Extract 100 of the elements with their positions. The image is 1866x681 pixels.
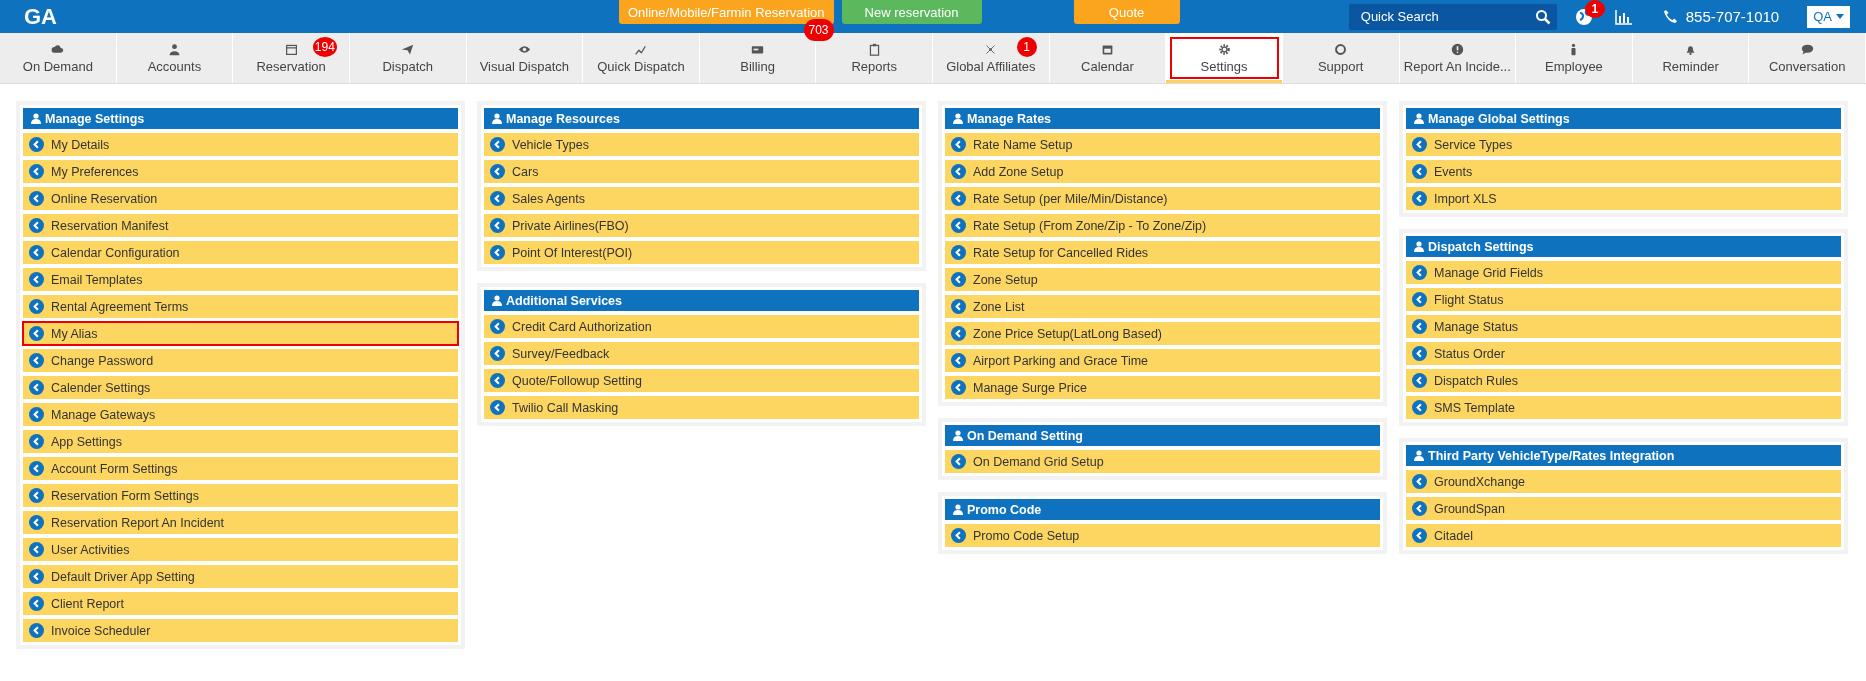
chevron-circle-icon bbox=[951, 380, 966, 395]
chevron-circle-icon bbox=[951, 353, 966, 368]
chevron-circle-icon bbox=[1412, 474, 1427, 489]
chat-icon bbox=[1800, 42, 1814, 56]
settings-link[interactable]: Add Zone Setup bbox=[945, 160, 1380, 183]
chevron-circle-icon bbox=[490, 137, 505, 152]
chevron-circle-icon bbox=[29, 407, 44, 422]
settings-link[interactable]: Dispatch Rules bbox=[1406, 369, 1841, 392]
nav-tab[interactable]: Conversation bbox=[1749, 33, 1866, 83]
chevron-circle-icon bbox=[951, 137, 966, 152]
settings-link[interactable]: Client Report bbox=[23, 592, 458, 615]
nav-tab[interactable]: Dispatch bbox=[349, 33, 467, 83]
settings-link[interactable]: Zone List bbox=[945, 295, 1380, 318]
user-menu-button[interactable]: QA bbox=[1807, 5, 1850, 28]
settings-link[interactable]: App Settings bbox=[23, 430, 458, 453]
chevron-circle-icon bbox=[1412, 292, 1427, 307]
settings-link[interactable]: Cars bbox=[484, 160, 919, 183]
nav-tab[interactable]: Employee bbox=[1516, 33, 1633, 83]
nav-tab[interactable]: Global Affiliates 1 bbox=[933, 33, 1050, 83]
paper-plane-icon bbox=[401, 42, 415, 56]
settings-link[interactable]: Service Types bbox=[1406, 133, 1841, 156]
nav-tab[interactable]: Accounts bbox=[116, 33, 234, 83]
chevron-circle-icon bbox=[29, 434, 44, 449]
nav-tab[interactable]: Report An Incide... bbox=[1399, 33, 1517, 83]
panel-title: Manage Resources bbox=[506, 111, 620, 126]
settings-icon bbox=[1217, 42, 1231, 56]
settings-link[interactable]: Rental Agreement Terms bbox=[23, 295, 458, 318]
chevron-circle-icon bbox=[1412, 346, 1427, 361]
settings-link[interactable]: Reservation Report An Incident bbox=[23, 511, 458, 534]
nav-tab[interactable]: Visual Dispatch bbox=[466, 33, 584, 83]
nav-tab[interactable]: Settings bbox=[1166, 33, 1283, 83]
settings-link[interactable]: Account Form Settings bbox=[23, 457, 458, 480]
settings-link[interactable]: Citadel bbox=[1406, 524, 1841, 547]
chevron-circle-icon bbox=[29, 380, 44, 395]
chevron-circle-icon bbox=[29, 218, 44, 233]
settings-link[interactable]: SMS Template bbox=[1406, 396, 1841, 419]
settings-link[interactable]: Manage Gateways bbox=[23, 403, 458, 426]
chevron-circle-icon bbox=[951, 528, 966, 543]
settings-link[interactable]: Reservation Form Settings bbox=[23, 484, 458, 507]
settings-link[interactable]: Rate Name Setup bbox=[945, 133, 1380, 156]
chevron-circle-icon bbox=[951, 164, 966, 179]
settings-link[interactable]: Flight Status bbox=[1406, 288, 1841, 311]
chevron-circle-icon bbox=[490, 319, 505, 334]
chevron-circle-icon bbox=[29, 272, 44, 287]
chevron-circle-icon bbox=[1412, 164, 1427, 179]
settings-link[interactable]: Zone Price Setup(LatLong Based) bbox=[945, 322, 1380, 345]
settings-link[interactable]: Twilio Call Masking bbox=[484, 396, 919, 419]
settings-link[interactable]: Manage Status bbox=[1406, 315, 1841, 338]
settings-link[interactable]: Calender Settings bbox=[23, 376, 458, 399]
settings-link[interactable]: Default Driver App Setting bbox=[23, 565, 458, 588]
settings-link[interactable]: Private Airlines(FBO) bbox=[484, 214, 919, 237]
settings-link[interactable]: My Alias bbox=[23, 322, 458, 345]
nav-tab[interactable]: Support bbox=[1282, 33, 1400, 83]
nav-tab[interactable]: Quick Dispatch bbox=[583, 33, 700, 83]
chevron-circle-icon bbox=[1412, 373, 1427, 388]
chevron-circle-icon bbox=[1412, 319, 1427, 334]
settings-link[interactable]: Status Order bbox=[1406, 342, 1841, 365]
chevron-circle-icon bbox=[29, 326, 44, 341]
search-field[interactable]: Quick Search bbox=[1348, 3, 1557, 30]
nav-tab[interactable]: On Demand bbox=[0, 33, 117, 83]
settings-link[interactable]: GroundXchange bbox=[1406, 470, 1841, 493]
settings-link[interactable]: Promo Code Setup bbox=[945, 524, 1380, 547]
settings-link[interactable]: Events bbox=[1406, 160, 1841, 183]
settings-link[interactable]: Survey/Feedback bbox=[484, 342, 919, 365]
chevron-circle-icon bbox=[951, 245, 966, 260]
settings-link[interactable]: Calendar Configuration bbox=[23, 241, 458, 264]
nav-tab[interactable]: Reservation 194 bbox=[233, 33, 350, 83]
settings-link[interactable]: Online Reservation bbox=[23, 187, 458, 210]
settings-link[interactable]: On Demand Grid Setup bbox=[945, 450, 1380, 473]
settings-link[interactable]: Airport Parking and Grace Time bbox=[945, 349, 1380, 372]
chevron-circle-icon bbox=[490, 191, 505, 206]
calendar-icon bbox=[284, 42, 298, 56]
chevron-circle-icon bbox=[490, 373, 505, 388]
settings-link[interactable]: Manage Grid Fields bbox=[1406, 261, 1841, 284]
settings-link[interactable]: Rate Setup (From Zone/Zip - To Zone/Zip) bbox=[945, 214, 1380, 237]
nav-tab[interactable]: Reminder bbox=[1632, 33, 1750, 83]
chevron-circle-icon bbox=[29, 164, 44, 179]
settings-link[interactable]: Credit Card Authorization bbox=[484, 315, 919, 338]
settings-link[interactable]: My Details bbox=[23, 133, 458, 156]
settings-link[interactable]: Sales Agents bbox=[484, 187, 919, 210]
settings-link[interactable]: GroundSpan bbox=[1406, 497, 1841, 520]
nav-tab[interactable]: Billing bbox=[699, 33, 817, 83]
nav-tab[interactable]: Reports bbox=[816, 33, 933, 83]
settings-link[interactable]: Rate Setup for Cancelled Rides bbox=[945, 241, 1380, 264]
panel-title: Manage Rates bbox=[967, 111, 1052, 126]
settings-link[interactable]: Reservation Manifest bbox=[23, 214, 458, 237]
search-icon bbox=[1534, 8, 1551, 25]
settings-link[interactable]: Email Templates bbox=[23, 268, 458, 291]
settings-link[interactable]: My Preferences bbox=[23, 160, 458, 183]
settings-link[interactable]: Import XLS bbox=[1406, 187, 1841, 210]
settings-link[interactable]: Change Password bbox=[23, 349, 458, 372]
settings-link[interactable]: User Activities bbox=[23, 538, 458, 561]
bar-chart-icon[interactable] bbox=[1614, 8, 1633, 25]
settings-link[interactable]: Point Of Interest(POI) bbox=[484, 241, 919, 264]
settings-link[interactable]: Manage Surge Price bbox=[945, 376, 1380, 399]
settings-link[interactable]: Rate Setup (per Mile/Min/Distance) bbox=[945, 187, 1380, 210]
settings-link[interactable]: Zone Setup bbox=[945, 268, 1380, 291]
settings-link[interactable]: Invoice Scheduler bbox=[23, 619, 458, 642]
settings-link[interactable]: Vehicle Types bbox=[484, 133, 919, 156]
settings-link[interactable]: Quote/Followup Setting bbox=[484, 369, 919, 392]
